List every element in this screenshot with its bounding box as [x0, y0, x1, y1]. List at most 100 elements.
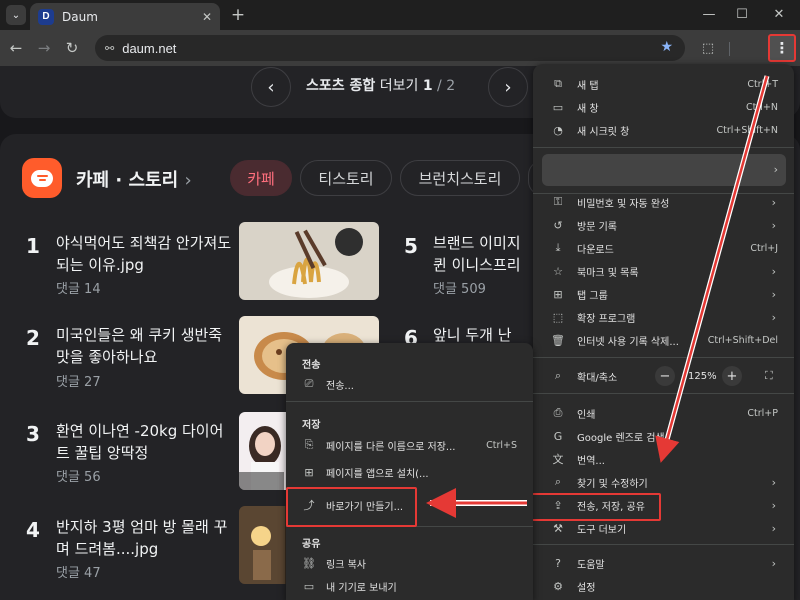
- submenu-item-install-app[interactable]: ⊞ 페이지를 앱으로 설치(...: [286, 461, 533, 483]
- cast-save-share-submenu: 전송 ⎚ 전송... 저장 ⎘ 페이지를 다른 이름으로 저장... Ctrl+S ⊞…: [286, 343, 533, 600]
- forward-arrow-icon[interactable]: →: [34, 38, 54, 58]
- extensions-puzzle-icon[interactable]: ⬚: [698, 38, 718, 58]
- tab-brunch[interactable]: 브런치스토리: [400, 160, 520, 196]
- link-icon: ⛓: [302, 556, 316, 570]
- menu-item-history[interactable]: ↺ 방문 기록 ›: [533, 214, 794, 236]
- chevron-right-icon: ›: [771, 521, 776, 535]
- sports-more-link[interactable]: 더보기: [380, 78, 419, 94]
- site-info-icon[interactable]: ⚯: [105, 42, 114, 55]
- history-icon: ↺: [553, 218, 563, 232]
- maximize-button[interactable]: ☐: [731, 4, 753, 24]
- submenu-item-copy-link[interactable]: ⛓ 링크 복사: [286, 552, 533, 574]
- submenu-divider: [286, 401, 533, 402]
- tab-tistory[interactable]: 티스토리: [300, 160, 392, 196]
- chevron-right-icon: ›: [504, 76, 512, 98]
- chrome-menu-button[interactable]: ⋮: [768, 34, 796, 62]
- zoom-out-button[interactable]: −: [655, 366, 675, 386]
- item-comments: 댓글 509: [433, 282, 486, 297]
- menu-item-find-edit[interactable]: ⌕ 찾기 및 수정하기 ›: [533, 471, 794, 493]
- menu-item-settings[interactable]: ⚙ 설정: [533, 575, 794, 597]
- browser-tab[interactable]: D Daum ✕: [30, 3, 220, 30]
- chevron-right-icon: ›: [771, 195, 776, 209]
- minimize-button[interactable]: —: [698, 4, 720, 24]
- item-title[interactable]: 반지하 3평 엄마 방 몰래 꾸며 드려봄....jpg: [56, 516, 236, 560]
- item-comments: 댓글 56: [56, 470, 101, 485]
- chevron-right-icon: ›: [771, 310, 776, 324]
- next-page-button[interactable]: ›: [488, 67, 528, 107]
- chevron-right-icon: ›: [771, 264, 776, 278]
- submenu-heading-save: 저장: [302, 420, 321, 431]
- browser-toolbar: ← → ↻ ⚯ daum.net ★ ⬚: [0, 30, 800, 66]
- save-page-icon: ⎘: [304, 438, 314, 451]
- item-rank: 2: [26, 326, 40, 350]
- submenu-item-cast[interactable]: ⎚ 전송...: [286, 373, 533, 395]
- item-comments: 댓글 47: [56, 566, 101, 581]
- menu-item-incognito[interactable]: ◔ 새 시크릿 창 Ctrl+Shift+N: [533, 119, 794, 141]
- tab-cafe[interactable]: 카페: [230, 160, 292, 196]
- back-arrow-icon[interactable]: ←: [6, 38, 26, 58]
- chevron-down-icon: ⌄: [11, 9, 21, 21]
- fullscreen-icon[interactable]: ⛶: [765, 369, 773, 383]
- menu-item-passwords[interactable]: ⚿ 비밀번호 및 자동 완성 ›: [533, 191, 794, 213]
- chevron-left-icon: ‹: [267, 76, 275, 98]
- address-bar[interactable]: ⚯ daum.net ★: [95, 35, 685, 61]
- tab-search-button[interactable]: ⌄: [6, 5, 26, 25]
- menu-divider: [533, 357, 794, 358]
- chevron-right-icon: ›: [184, 170, 192, 191]
- star-icon: ☆: [553, 264, 563, 278]
- close-window-button[interactable]: ✕: [768, 4, 790, 24]
- submenu-item-send-device[interactable]: ▭ 내 기기로 보내기: [286, 575, 533, 597]
- download-icon: ⤓: [555, 241, 561, 254]
- bookmark-star-icon[interactable]: ★: [660, 39, 673, 55]
- chevron-right-icon: ›: [771, 556, 776, 570]
- puzzle-icon: ⬚: [552, 310, 564, 324]
- section-title[interactable]: 카페 · 스토리 ›: [76, 166, 192, 192]
- menu-item-bookmarks[interactable]: ☆ 북마크 및 목록 ›: [533, 260, 794, 282]
- profile-row[interactable]: ›: [542, 154, 786, 186]
- sports-page-sep: /: [437, 78, 442, 94]
- item-title[interactable]: 환연 이나연 -20kg 다이어트 꿀팁 앙딱정: [56, 420, 236, 464]
- gear-icon: ⚙: [553, 579, 563, 593]
- new-tab-button[interactable]: +: [228, 5, 248, 25]
- menu-item-tab-groups[interactable]: ⊞ 탭 그룹 ›: [533, 283, 794, 305]
- new-window-icon: ▭: [552, 100, 564, 114]
- sports-page-current: 1: [422, 78, 433, 94]
- menu-item-print[interactable]: ⎙ 인쇄 Ctrl+P: [533, 402, 794, 424]
- trash-icon: 🗑: [551, 333, 565, 347]
- cafe-logo-icon: [22, 158, 62, 198]
- menu-item-extensions[interactable]: ⬚ 확장 프로그램 ›: [533, 306, 794, 328]
- chevron-right-icon: ›: [771, 475, 776, 489]
- menu-item-new-tab[interactable]: ⧉ 새 탭 Ctrl+T: [533, 73, 794, 95]
- item-title[interactable]: 야식먹어도 죄책감 안가져도 되는 이유.jpg: [56, 232, 236, 276]
- item-rank: 3: [26, 422, 40, 446]
- submenu-item-save-page[interactable]: ⎘ 페이지를 다른 이름으로 저장... Ctrl+S: [286, 434, 533, 456]
- zoom-in-button[interactable]: +: [722, 366, 742, 386]
- menu-item-translate[interactable]: 文 번역...: [533, 448, 794, 470]
- menu-item-downloads[interactable]: ⤓ 다운로드 Ctrl+J: [533, 237, 794, 259]
- install-app-icon: ⊞: [304, 465, 314, 479]
- item-rank: 5: [404, 234, 418, 258]
- item-rank: 1: [26, 234, 40, 258]
- prev-page-button[interactable]: ‹: [251, 67, 291, 107]
- google-lens-icon: G: [553, 429, 563, 443]
- tab-strip: ⌄ D Daum ✕ + — ☐ ✕: [0, 0, 800, 30]
- item-title[interactable]: 브랜드 이미지 퀸 이니스프리: [433, 232, 533, 276]
- menu-item-help[interactable]: ? 도움말 ›: [533, 552, 794, 574]
- daum-favicon-icon: D: [38, 8, 54, 25]
- item-title[interactable]: 미국인들은 왜 쿠키 생반죽 맛을 좋아하나요: [56, 324, 236, 368]
- item-rank: 4: [26, 518, 40, 542]
- item-comments: 댓글 27: [56, 375, 101, 390]
- menu-item-google-lens[interactable]: G Google 렌즈로 검색: [533, 425, 794, 447]
- reload-icon[interactable]: ↻: [62, 38, 82, 58]
- find-icon: ⌕: [554, 475, 562, 488]
- close-icon[interactable]: ✕: [202, 10, 212, 24]
- chevron-right-icon: ›: [773, 163, 778, 176]
- menu-item-clear-data[interactable]: 🗑 인터넷 사용 기록 삭제... Ctrl+Shift+Del: [533, 329, 794, 351]
- submenu-heading-send: 전송: [302, 360, 321, 371]
- toolbar-divider: [729, 42, 730, 56]
- menu-divider: [533, 544, 794, 545]
- item-comments: 댓글 14: [56, 282, 101, 297]
- menu-item-new-window[interactable]: ▭ 새 창 Ctrl+N: [533, 96, 794, 118]
- thumbnail-noodles[interactable]: [239, 222, 379, 300]
- chevron-right-icon: ›: [771, 287, 776, 301]
